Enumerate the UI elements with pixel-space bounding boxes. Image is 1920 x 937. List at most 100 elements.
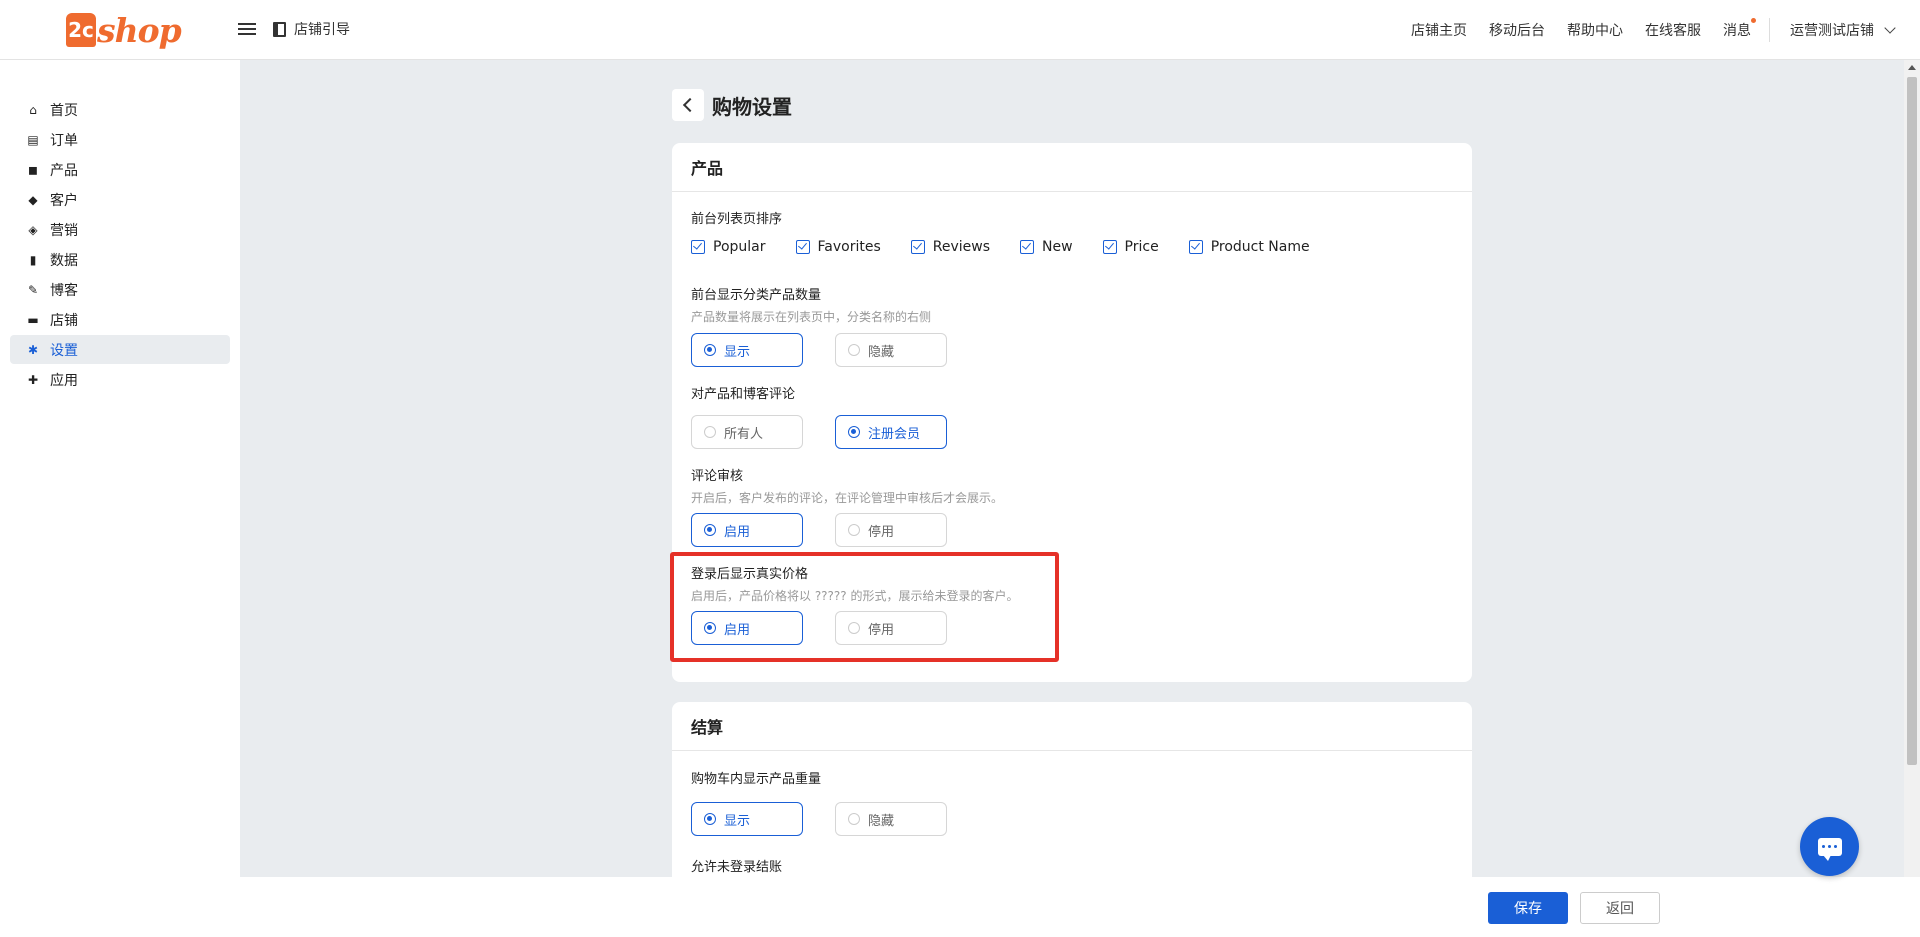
- sidebar-item-label: 数据: [50, 252, 78, 269]
- sidebar-item-blog[interactable]: ✎ 博客: [10, 275, 230, 304]
- nav-divider: [1769, 18, 1770, 42]
- store-switcher[interactable]: 运营测试店铺: [1790, 20, 1896, 40]
- product-settings-card: 产品 前台列表页排序 Popular Favorites Reviews New…: [672, 143, 1472, 682]
- sort-option-favorites[interactable]: Favorites: [795, 239, 881, 255]
- checkbox-label: Reviews: [932, 239, 990, 255]
- diamond-icon: ◆: [28, 192, 38, 207]
- scrollbar-thumb[interactable]: [1907, 77, 1917, 765]
- book-icon: [273, 21, 286, 37]
- store-name: 运营测试店铺: [1790, 23, 1874, 39]
- chevron-down-icon: [1884, 21, 1896, 34]
- edit-icon: ✎: [27, 282, 39, 297]
- sort-options: Popular Favorites Reviews New Price Prod…: [691, 239, 1340, 255]
- sidebar-item-marketing[interactable]: ◈ 营销: [10, 215, 230, 244]
- logo[interactable]: 2c shop: [66, 10, 182, 50]
- store-guide-label: 店铺引导: [294, 22, 350, 38]
- top-nav: 店铺主页 移动后台 帮助中心 在线客服 消息 运营测试店铺: [1389, 0, 1896, 60]
- radio-label: 注册会员: [868, 426, 921, 442]
- nav-messages[interactable]: 消息: [1723, 18, 1756, 40]
- store-guide-link[interactable]: 店铺引导: [273, 19, 350, 39]
- home-icon: ⌂: [29, 102, 37, 117]
- sidebar-item-home[interactable]: ⌂ 首页: [10, 95, 230, 124]
- radio-label: 停用: [868, 622, 895, 638]
- checkbox-checked-icon: [1188, 240, 1203, 254]
- scroll-up-icon[interactable]: [1908, 65, 1916, 70]
- radio-icon: [848, 622, 860, 634]
- review-audit-label: 评论审核: [691, 469, 744, 484]
- weight-show-radio[interactable]: 显示: [691, 802, 803, 836]
- sort-option-product-name[interactable]: Product Name: [1188, 239, 1310, 255]
- nav-help-center[interactable]: 帮助中心: [1567, 20, 1623, 40]
- logo-text: shop: [97, 10, 182, 50]
- checkbox-checked-icon: [1020, 240, 1034, 254]
- menu-toggle-icon[interactable]: [238, 20, 256, 38]
- review-permission-members-radio[interactable]: 注册会员: [835, 415, 947, 449]
- save-button[interactable]: 保存: [1488, 892, 1568, 924]
- weight-hide-radio[interactable]: 隐藏: [835, 802, 947, 836]
- sidebar-item-apps[interactable]: ✚ 应用: [10, 365, 230, 394]
- sort-option-price[interactable]: Price: [1102, 239, 1159, 255]
- category-count-hide-radio[interactable]: 隐藏: [835, 333, 947, 367]
- weight-in-cart-label: 购物车内显示产品重量: [691, 772, 822, 787]
- review-audit-hint: 开启后，客户发布的评论，在评论管理中审核后才会展示。: [691, 491, 1004, 505]
- real-price-disable-radio[interactable]: 停用: [835, 611, 947, 645]
- checkbox-checked-icon: [910, 240, 925, 254]
- sort-label: 前台列表页排序: [691, 212, 783, 227]
- sidebar-item-label: 营销: [50, 222, 78, 239]
- chat-support-button[interactable]: [1800, 817, 1859, 876]
- chat-bubble-icon: [1817, 837, 1842, 861]
- chevron-left-icon: [682, 97, 698, 113]
- real-price-enable-radio[interactable]: 启用: [691, 611, 803, 645]
- sort-option-new[interactable]: New: [1020, 239, 1073, 255]
- sidebar-item-label: 订单: [50, 132, 78, 149]
- sidebar-item-customers[interactable]: ◆ 客户: [10, 185, 230, 214]
- sidebar-item-products[interactable]: ◼ 产品: [10, 155, 230, 184]
- category-count-show-radio[interactable]: 显示: [691, 333, 803, 367]
- sidebar-item-store[interactable]: ▬ 店铺: [10, 305, 230, 334]
- bag-icon: ◼: [28, 162, 38, 177]
- scrollbar[interactable]: [1904, 60, 1920, 877]
- checkbox-label: Price: [1124, 239, 1159, 255]
- nav-mobile-admin[interactable]: 移动后台: [1489, 20, 1545, 40]
- sidebar-item-label: 店铺: [50, 312, 78, 329]
- real-price-hint: 启用后，产品价格将以 ????? 的形式，展示给未登录的客户。: [691, 589, 1019, 603]
- radio-label: 隐藏: [868, 813, 895, 829]
- nav-online-service[interactable]: 在线客服: [1645, 20, 1701, 40]
- sidebar-item-label: 产品: [50, 162, 78, 179]
- sidebar-item-settings[interactable]: ✱ 设置: [10, 335, 230, 364]
- radio-icon: [704, 622, 716, 634]
- category-count-label: 前台显示分类产品数量: [691, 288, 822, 303]
- sidebar-item-orders[interactable]: ▤ 订单: [10, 125, 230, 154]
- nav-store-home[interactable]: 店铺主页: [1411, 20, 1467, 40]
- gear-icon: ✱: [27, 342, 39, 357]
- back-button[interactable]: 返回: [1580, 892, 1660, 924]
- checkbox-checked-icon: [1102, 240, 1117, 254]
- back-arrow-button[interactable]: [672, 89, 704, 121]
- category-count-hint: 产品数量将展示在列表页中，分类名称的右侧: [691, 310, 932, 324]
- checkbox-label: Popular: [713, 239, 766, 255]
- checkbox-label: Favorites: [817, 239, 881, 255]
- real-price-label: 登录后显示真实价格: [691, 567, 809, 582]
- sort-option-popular[interactable]: Popular: [691, 239, 766, 255]
- radio-label: 所有人: [724, 426, 764, 442]
- guest-checkout-label: 允许未登录结账: [691, 860, 783, 875]
- page-title: 购物设置: [712, 94, 792, 119]
- review-permission-everyone-radio[interactable]: 所有人: [691, 415, 803, 449]
- page-header: 购物设置: [672, 89, 792, 121]
- radio-icon: [704, 813, 716, 825]
- radio-label: 启用: [724, 524, 751, 540]
- sort-option-reviews[interactable]: Reviews: [910, 239, 990, 255]
- sidebar-item-data[interactable]: ▮ 数据: [10, 245, 230, 274]
- checkbox-checked-icon: [795, 240, 810, 254]
- checkout-settings-card: 结算 购物车内显示产品重量 显示 隐藏 允许未登录结账: [672, 702, 1472, 902]
- review-audit-enable-radio[interactable]: 启用: [691, 513, 803, 547]
- radio-icon: [704, 344, 716, 356]
- clipboard-icon: ▤: [27, 132, 39, 147]
- sidebar-item-label: 应用: [50, 372, 78, 389]
- radio-icon: [704, 426, 716, 438]
- store-icon: ▬: [27, 312, 39, 327]
- checkbox-label: New: [1042, 239, 1073, 255]
- radio-icon: [848, 426, 860, 438]
- review-audit-disable-radio[interactable]: 停用: [835, 513, 947, 547]
- card-title: 结算: [672, 702, 1472, 751]
